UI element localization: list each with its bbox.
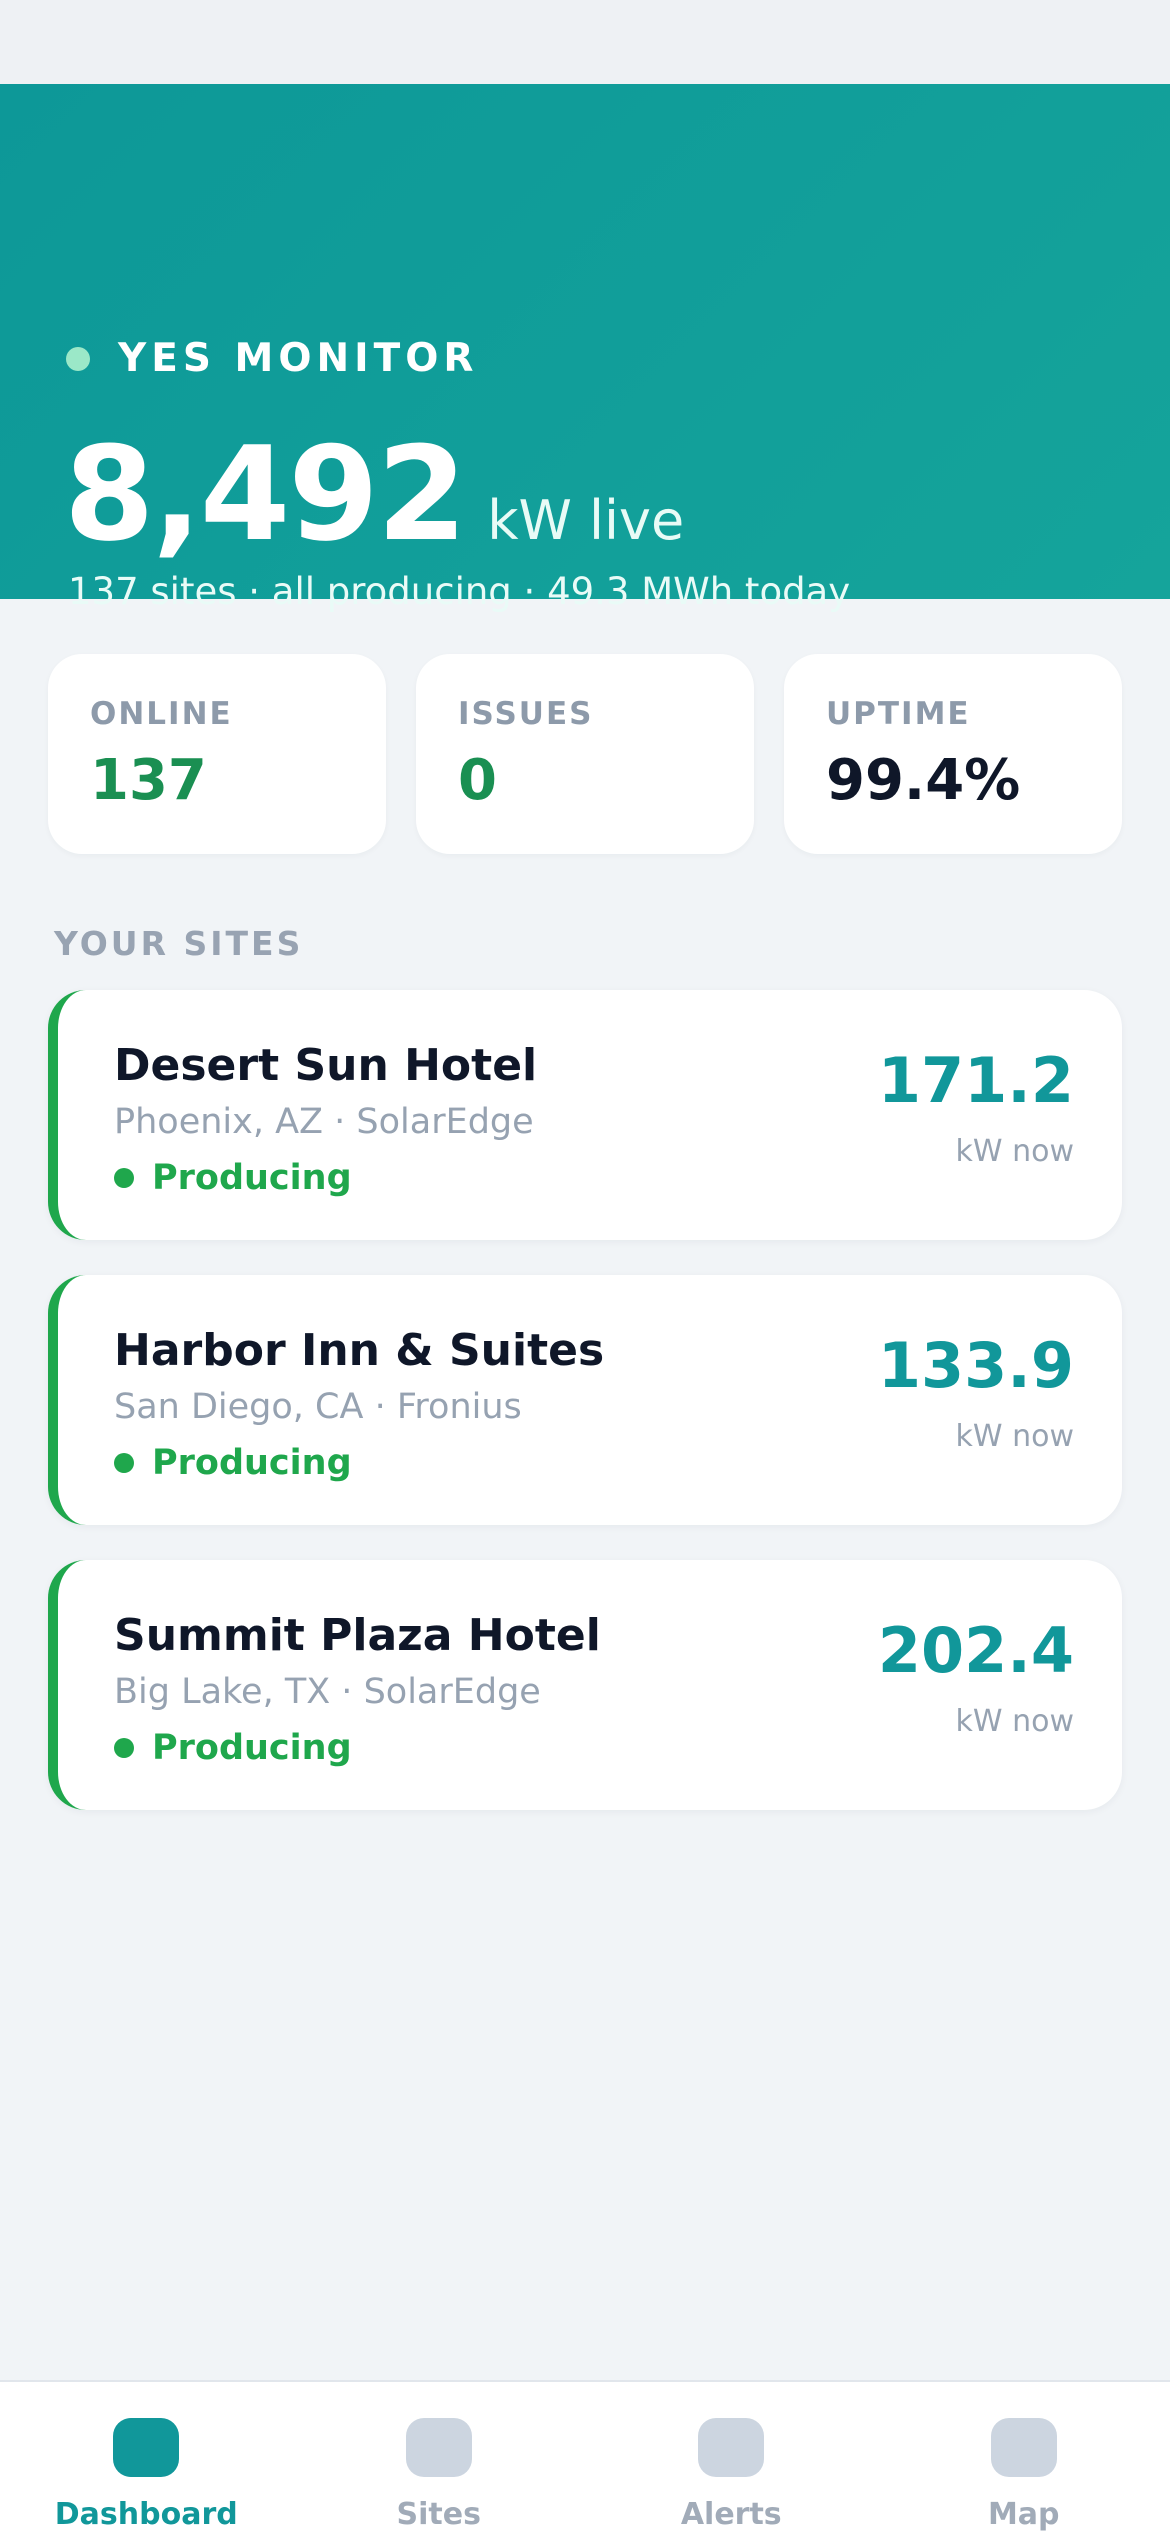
site-output-value: 171.2 — [877, 1044, 1074, 1117]
site-name: Harbor Inn & Suites — [114, 1325, 605, 1376]
stat-label: ONLINE — [90, 696, 233, 732]
stat-label: ISSUES — [458, 696, 594, 732]
stat-value: 0 — [458, 748, 497, 813]
status-dot-icon — [114, 1453, 134, 1473]
tab-label: Map — [987, 2497, 1060, 2532]
site-output-value: 133.9 — [877, 1329, 1074, 1402]
site-output: 133.9 kW now — [877, 1329, 1074, 1455]
map-icon — [990, 2418, 1057, 2477]
site-status: Producing — [114, 1728, 352, 1768]
site-status: Producing — [114, 1158, 352, 1198]
summary-subtitle: 137 sites · all producing · 49.3 MWh tod… — [68, 570, 851, 613]
site-card[interactable]: Desert Sun Hotel Phoenix, AZ · SolarEdge… — [48, 990, 1122, 1240]
stat-value: 99.4% — [826, 748, 1021, 813]
tab-alerts[interactable]: Alerts — [585, 2382, 878, 2532]
site-card[interactable]: Summit Plaza Hotel Big Lake, TX · SolarE… — [48, 1560, 1122, 1810]
tab-dashboard[interactable]: Dashboard — [0, 2382, 293, 2532]
status-bar — [0, 0, 1170, 84]
site-output-unit: kW now — [955, 1134, 1074, 1169]
sites-icon — [405, 2418, 472, 2477]
site-card[interactable]: Harbor Inn & Suites San Diego, CA · Fron… — [48, 1275, 1122, 1525]
status-dot-icon — [114, 1738, 134, 1758]
stat-card-issues[interactable]: ISSUES 0 — [416, 654, 754, 854]
site-name: Desert Sun Hotel — [114, 1040, 538, 1091]
tab-map[interactable]: Map — [878, 2382, 1170, 2532]
tab-label: Dashboard — [54, 2497, 238, 2532]
live-indicator-icon — [66, 346, 90, 371]
site-status: Producing — [114, 1443, 352, 1483]
site-output-unit: kW now — [955, 1704, 1074, 1739]
site-output-value: 202.4 — [877, 1614, 1074, 1687]
stat-label: UPTIME — [826, 696, 971, 732]
site-meta: Phoenix, AZ · SolarEdge — [114, 1102, 534, 1142]
status-text: Producing — [152, 1728, 352, 1768]
tab-sites[interactable]: Sites — [293, 2382, 586, 2532]
stat-card-uptime[interactable]: UPTIME 99.4% — [784, 654, 1122, 854]
status-dot-icon — [114, 1168, 134, 1188]
site-name: Summit Plaza Hotel — [114, 1610, 601, 1661]
site-output: 202.4 kW now — [877, 1614, 1074, 1740]
site-meta: Big Lake, TX · SolarEdge — [114, 1672, 541, 1712]
stats-row: ONLINE 137 ISSUES 0 UPTIME 99.4% — [48, 654, 1122, 854]
bottom-tab-bar: Dashboard Sites Alerts Map — [0, 2380, 1170, 2532]
tab-label: Alerts — [680, 2497, 782, 2532]
live-output: 8,492 kW live — [64, 429, 684, 559]
site-list: Desert Sun Hotel Phoenix, AZ · SolarEdge… — [48, 990, 1122, 1845]
status-text: Producing — [152, 1158, 352, 1198]
dashboard-icon — [113, 2418, 180, 2477]
brand: YES MONITOR — [66, 336, 478, 381]
site-output-unit: kW now — [955, 1419, 1074, 1454]
section-title: YOUR SITES — [54, 924, 304, 963]
stat-value: 137 — [90, 748, 207, 813]
live-output-value: 8,492 — [64, 418, 467, 570]
site-output: 171.2 kW now — [877, 1044, 1074, 1170]
status-text: Producing — [152, 1443, 352, 1483]
summary-header: YES MONITOR 8,492 kW live 137 sites · al… — [0, 84, 1170, 613]
stat-card-online[interactable]: ONLINE 137 — [48, 654, 386, 854]
live-output-unit: kW live — [487, 489, 685, 552]
tab-label: Sites — [396, 2497, 481, 2532]
alerts-icon — [698, 2418, 765, 2477]
brand-name: YES MONITOR — [118, 336, 479, 381]
site-meta: San Diego, CA · Fronius — [114, 1387, 522, 1427]
